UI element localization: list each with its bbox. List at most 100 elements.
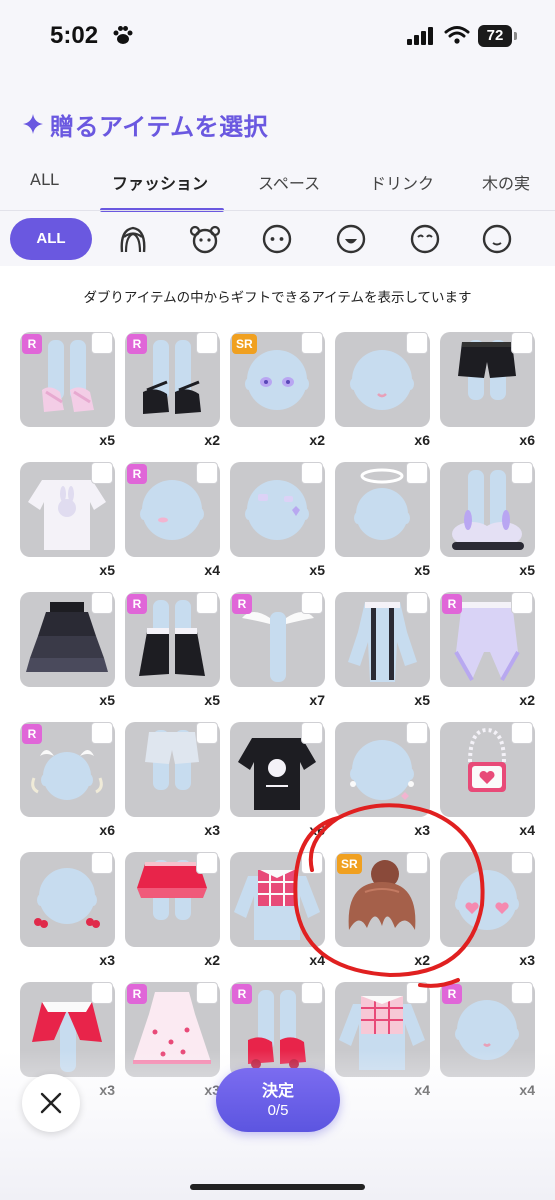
item-card[interactable]: Rx2 (125, 332, 220, 457)
item-count: x2 (204, 432, 220, 448)
page-title-text: 贈るアイテムを選択 (50, 112, 269, 141)
item-card[interactable]: Rx6 (20, 722, 115, 847)
select-checkbox[interactable] (406, 592, 428, 614)
close-button[interactable] (22, 1074, 80, 1132)
item-card[interactable]: Rx5 (20, 332, 115, 457)
item-card[interactable]: SR x2 (230, 332, 325, 457)
item-card[interactable]: SR x2 (335, 852, 430, 977)
tab-drink[interactable]: ドリンク (370, 170, 434, 194)
select-checkbox[interactable] (511, 722, 533, 744)
gift-notice: ダブりアイテムの中からギフトできるアイテムを表示しています (83, 290, 472, 306)
rarity-badge: R (442, 594, 462, 614)
select-checkbox[interactable] (196, 722, 218, 744)
select-checkbox[interactable] (301, 332, 323, 354)
rarity-badge: R (232, 594, 252, 614)
select-checkbox[interactable] (511, 332, 533, 354)
item-count: x2 (519, 692, 535, 708)
item-count: x4 (204, 562, 220, 578)
item-card[interactable]: x6 (440, 332, 535, 457)
smile-face-icon[interactable] (334, 222, 368, 256)
rarity-badge: R (22, 724, 42, 744)
select-checkbox[interactable] (406, 332, 428, 354)
item-count: x7 (309, 692, 325, 708)
item-count: x5 (414, 692, 430, 708)
item-card[interactable]: x5 (335, 462, 430, 587)
tabs-divider (0, 210, 555, 211)
item-count: x5 (519, 562, 535, 578)
rarity-badge: R (127, 594, 147, 614)
item-card[interactable]: x2 (125, 852, 220, 977)
item-card[interactable]: x5 (20, 592, 115, 717)
select-checkbox[interactable] (196, 592, 218, 614)
item-card[interactable]: x5 (230, 462, 325, 587)
select-checkbox[interactable] (91, 592, 113, 614)
select-checkbox[interactable] (301, 462, 323, 484)
select-checkbox[interactable] (511, 592, 533, 614)
filter-all-chip[interactable]: ALL (10, 218, 92, 260)
rarity-badge: R (442, 984, 462, 1004)
item-count: x6 (99, 822, 115, 838)
confirm-button[interactable]: 決定 0/5 (216, 1068, 340, 1132)
home-indicator (190, 1184, 365, 1190)
tab-space[interactable]: スペース (258, 170, 320, 194)
item-card[interactable]: x3 (20, 852, 115, 977)
rarity-badge: R (127, 334, 147, 354)
closed-eyes-face-icon[interactable] (408, 222, 442, 256)
select-checkbox[interactable] (301, 982, 323, 1004)
item-card[interactable]: x6 (335, 332, 430, 457)
status-time: 5:02 (50, 22, 99, 49)
item-count: x5 (99, 562, 115, 578)
select-checkbox[interactable] (511, 982, 533, 1004)
select-checkbox[interactable] (406, 462, 428, 484)
item-card[interactable]: x5 (335, 592, 430, 717)
item-count: x5 (99, 432, 115, 448)
select-checkbox[interactable] (91, 982, 113, 1004)
select-checkbox[interactable] (196, 332, 218, 354)
tab-all[interactable]: ALL (30, 170, 59, 189)
item-card[interactable]: x3 (335, 722, 430, 847)
item-card[interactable]: x4 (440, 722, 535, 847)
select-checkbox[interactable] (406, 722, 428, 744)
item-card[interactable]: x6 (230, 722, 325, 847)
select-checkbox[interactable] (91, 462, 113, 484)
select-checkbox[interactable] (91, 852, 113, 874)
tab-fashion[interactable]: ファッション (112, 170, 208, 194)
item-card[interactable]: x3 (440, 852, 535, 977)
select-checkbox[interactable] (406, 852, 428, 874)
select-checkbox[interactable] (511, 852, 533, 874)
rarity-badge: SR (337, 854, 362, 874)
select-checkbox[interactable] (301, 722, 323, 744)
item-card[interactable]: Rx2 (440, 592, 535, 717)
tab-nuts[interactable]: 木の実 (482, 170, 530, 194)
select-checkbox[interactable] (196, 852, 218, 874)
paw-icon (113, 26, 133, 44)
confirm-label: 決定 (261, 1081, 294, 1100)
select-checkbox[interactable] (91, 332, 113, 354)
item-count: x5 (414, 562, 430, 578)
select-checkbox[interactable] (511, 462, 533, 484)
blank-face-icon[interactable] (480, 222, 514, 256)
item-card[interactable]: x3 (125, 722, 220, 847)
select-checkbox[interactable] (196, 982, 218, 1004)
select-checkbox[interactable] (196, 462, 218, 484)
item-card[interactable]: x5 (440, 462, 535, 587)
select-checkbox[interactable] (301, 592, 323, 614)
item-card[interactable]: Rx7 (230, 592, 325, 717)
rarity-badge: R (127, 984, 147, 1004)
item-card[interactable]: x4 (230, 852, 325, 977)
item-count: x3 (519, 952, 535, 968)
item-card[interactable]: x5 (20, 462, 115, 587)
item-count: x6 (309, 822, 325, 838)
hair-icon[interactable] (116, 222, 150, 256)
filter-bar: ALL (0, 214, 555, 264)
bear-face-icon[interactable] (188, 222, 222, 256)
close-icon (40, 1092, 62, 1114)
select-checkbox[interactable] (301, 852, 323, 874)
select-checkbox[interactable] (91, 722, 113, 744)
item-count: x5 (309, 562, 325, 578)
eyes-face-icon[interactable] (260, 222, 294, 256)
select-checkbox[interactable] (406, 982, 428, 1004)
item-card[interactable]: Rx4 (125, 462, 220, 587)
battery-indicator: 72 (478, 25, 518, 47)
item-card[interactable]: Rx5 (125, 592, 220, 717)
